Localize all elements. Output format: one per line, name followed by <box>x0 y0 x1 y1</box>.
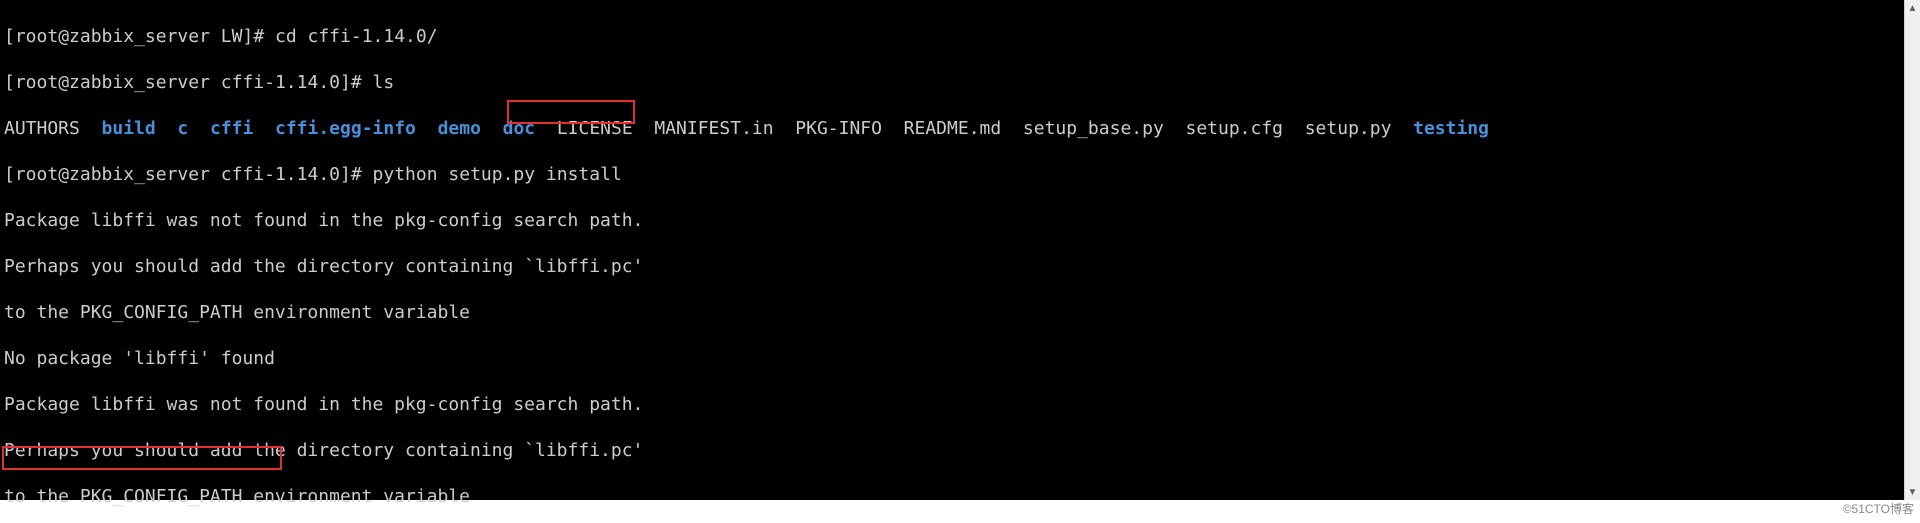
scroll-down-button[interactable]: ▼ <box>1906 484 1920 500</box>
prompt-cwd: cffi-1.14.0 <box>221 164 340 185</box>
watermark-text: ©51CTO博客 <box>1843 500 1914 517</box>
ls-file-manifest: MANIFEST.in <box>654 118 773 139</box>
ls-file-pkginfo: PKG-INFO <box>795 118 882 139</box>
ls-dir-build: build <box>102 118 156 139</box>
output-line: Perhaps you should add the directory con… <box>4 255 1900 278</box>
ls-file-license: LICENSE <box>557 118 633 139</box>
prompt-user: root <box>15 26 58 47</box>
ls-file-setup-py: setup.py <box>1305 118 1392 139</box>
prompt-at: @ <box>58 26 69 47</box>
output-line: to the PKG_CONFIG_PATH environment varia… <box>4 301 1900 324</box>
ls-dir-c: c <box>177 118 188 139</box>
ls-dir-demo: demo <box>438 118 481 139</box>
ls-file-authors: AUTHORS <box>4 118 80 139</box>
output-line: No package 'libffi' found <box>4 347 1900 370</box>
prompt-bracket-close: ] <box>340 72 351 93</box>
prompt-hash: # <box>253 26 264 47</box>
ls-file-setup-cfg: setup.cfg <box>1185 118 1283 139</box>
prompt-bracket-close: ] <box>242 26 253 47</box>
prompt-line-2: [root@zabbix_server cffi-1.14.0]# ls <box>4 71 1900 94</box>
ls-file-setup-base: setup_base.py <box>1023 118 1164 139</box>
ls-output-row: AUTHORS build c cffi cffi.egg-info demo … <box>4 117 1900 140</box>
output-line: to the PKG_CONFIG_PATH environment varia… <box>4 485 1900 508</box>
output-line: Package libffi was not found in the pkg-… <box>4 393 1900 416</box>
prompt-user: root <box>15 164 58 185</box>
ls-dir-doc: doc <box>503 118 536 139</box>
prompt-line-3: [root@zabbix_server cffi-1.14.0]# python… <box>4 163 1900 186</box>
scrollbar-vertical[interactable]: ▲ ▼ <box>1904 0 1920 500</box>
scroll-up-button[interactable]: ▲ <box>1906 0 1920 16</box>
prompt-line-1: [root@zabbix_server LW]# cd cffi-1.14.0/ <box>4 25 1900 48</box>
prompt-bracket: [ <box>4 26 15 47</box>
prompt-hash: # <box>351 164 362 185</box>
prompt-host: zabbix_server <box>69 164 210 185</box>
prompt-user: root <box>15 72 58 93</box>
prompt-host: zabbix_server <box>69 26 210 47</box>
prompt-hash: # <box>351 72 362 93</box>
ls-dir-egginfo: cffi.egg-info <box>275 118 416 139</box>
ls-dir-testing: testing <box>1413 118 1489 139</box>
prompt-bracket: [ <box>4 72 15 93</box>
command-cd: cd cffi-1.14.0/ <box>275 26 438 47</box>
prompt-bracket-close: ] <box>340 164 351 185</box>
prompt-at: @ <box>58 72 69 93</box>
prompt-bracket: [ <box>4 164 15 185</box>
prompt-cwd: LW <box>221 26 243 47</box>
scroll-track[interactable] <box>1905 16 1920 484</box>
output-line: Perhaps you should add the directory con… <box>4 439 1900 462</box>
output-line: Package libffi was not found in the pkg-… <box>4 209 1900 232</box>
prompt-at: @ <box>58 164 69 185</box>
ls-dir-cffi: cffi <box>210 118 253 139</box>
prompt-host: zabbix_server <box>69 72 210 93</box>
ls-file-readme: README.md <box>904 118 1002 139</box>
terminal-window[interactable]: [root@zabbix_server LW]# cd cffi-1.14.0/… <box>0 0 1904 500</box>
command-ls: ls <box>373 72 395 93</box>
prompt-cwd: cffi-1.14.0 <box>221 72 340 93</box>
command-install: python setup.py install <box>373 164 622 185</box>
